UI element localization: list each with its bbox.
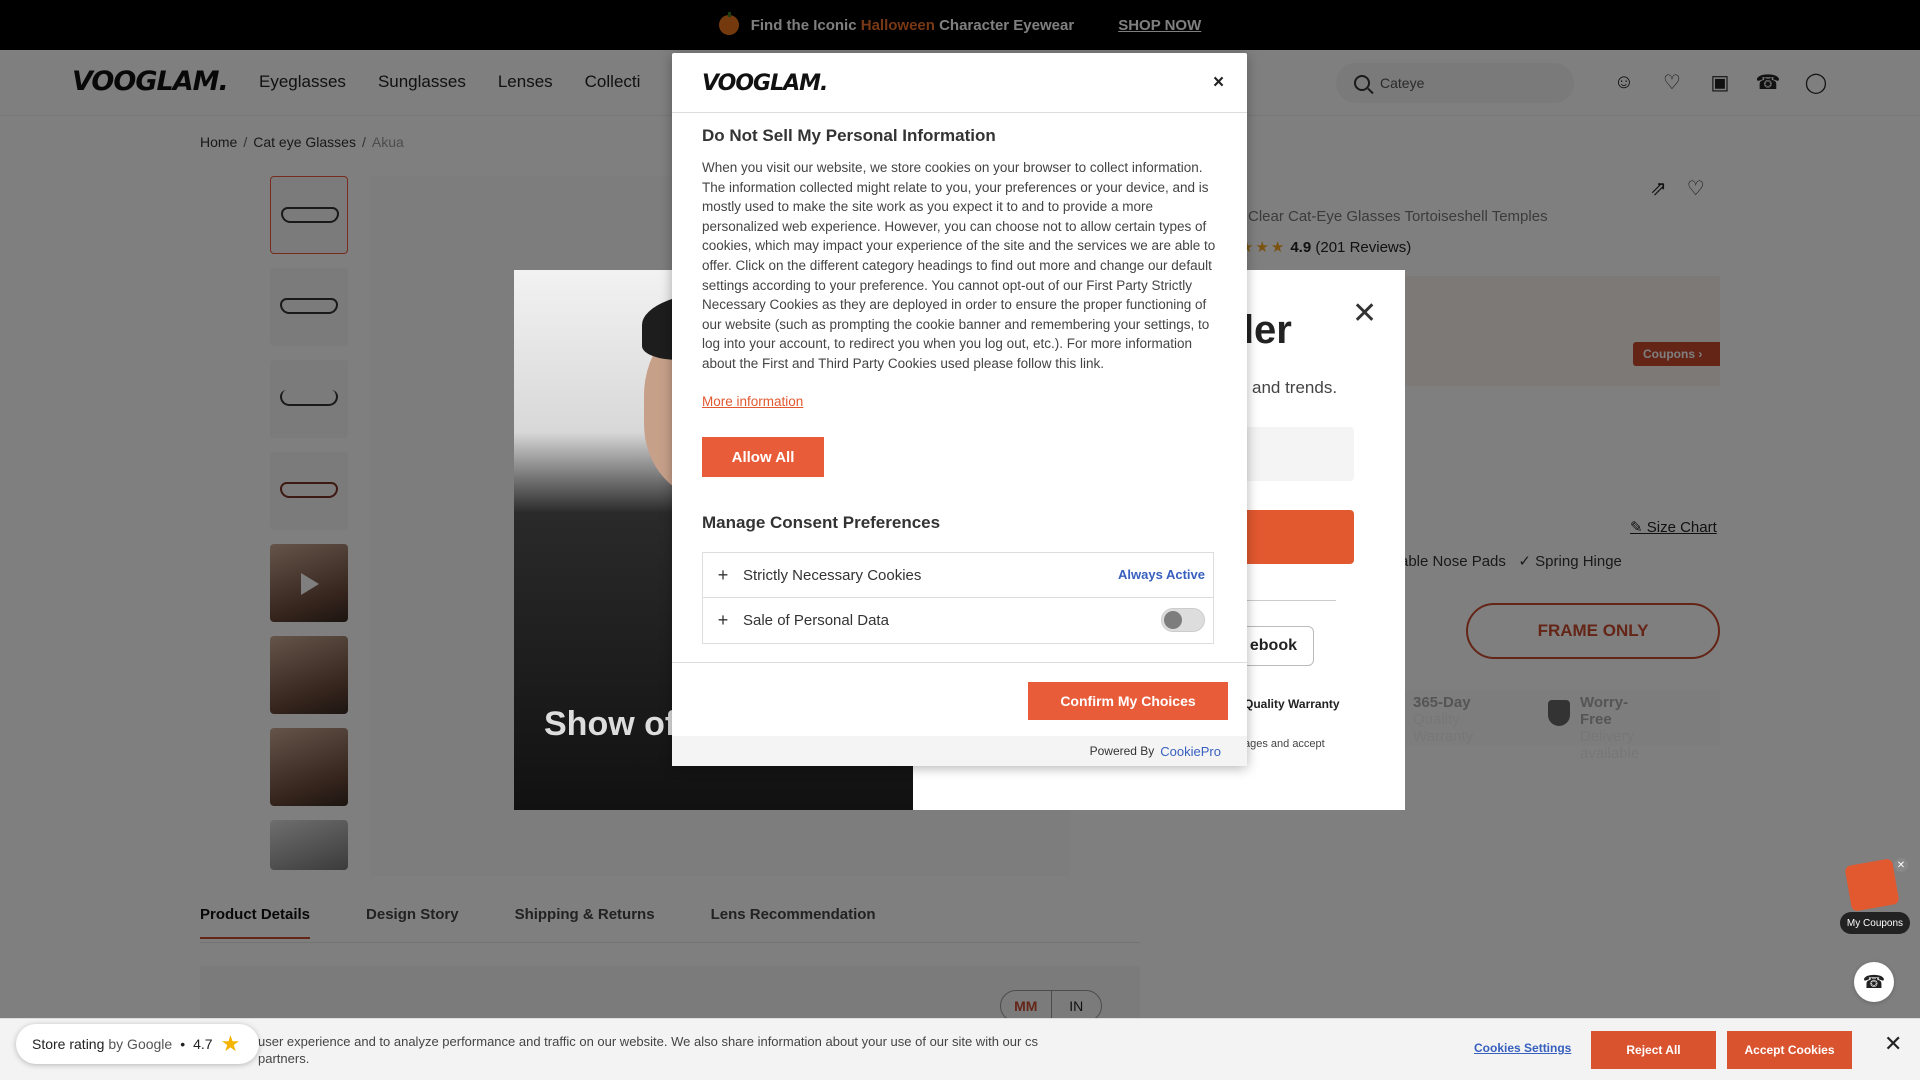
google-store-rating-badge[interactable]: Store rating by Google • 4.7 ★ — [16, 1024, 259, 1064]
my-coupons-label: My Coupons — [1840, 912, 1910, 934]
newsletter-terms-text: ages and accept — [1244, 738, 1325, 750]
accept-cookies-button[interactable]: Accept Cookies — [1727, 1031, 1852, 1069]
newsletter-close-icon[interactable]: ✕ — [1352, 296, 1377, 331]
preference-center-title: Do Not Sell My Personal Information — [702, 126, 996, 145]
cookiepro-link[interactable]: CookiePro — [1160, 744, 1221, 759]
cookie-banner: user experience and to analyze performan… — [0, 1018, 1920, 1080]
newsletter-subtext: and trends. — [1252, 378, 1338, 397]
preference-center-close-icon[interactable]: × — [1213, 72, 1224, 94]
my-coupons-close-icon[interactable]: ✕ — [1894, 858, 1908, 872]
confirm-choices-button[interactable]: Confirm My Choices — [1028, 682, 1228, 720]
reject-all-button[interactable]: Reject All — [1591, 1031, 1716, 1069]
expand-plus-icon[interactable]: + — [703, 610, 743, 631]
category-sale-of-data[interactable]: + Sale of Personal Data — [703, 598, 1213, 643]
newsletter-photo-text: Show of — [544, 705, 677, 743]
preference-header-divider — [672, 112, 1247, 113]
allow-all-button[interactable]: Allow All — [702, 437, 824, 477]
expand-plus-icon[interactable]: + — [703, 565, 743, 586]
powered-by: Powered By CookiePro — [672, 736, 1247, 766]
preference-center-description: When you visit our website, we store coo… — [702, 160, 1216, 371]
preference-footer-divider — [672, 662, 1247, 663]
consent-categories: + Strictly Necessary Cookies Always Acti… — [702, 552, 1214, 644]
my-coupons-widget[interactable]: My Coupons ✕ — [1836, 858, 1910, 936]
preference-center-logo: VOOGLAM. — [702, 71, 828, 96]
always-active-label: Always Active — [1118, 567, 1205, 582]
cookie-banner-close-icon[interactable]: ✕ — [1884, 1031, 1902, 1057]
chat-support-icon[interactable]: ☎ — [1854, 962, 1894, 1002]
rating-by: by Google — [108, 1036, 173, 1052]
cookie-banner-text: user experience and to analyze performan… — [258, 1034, 1038, 1066]
cookie-preference-center: VOOGLAM. × Do Not Sell My Personal Infor… — [672, 53, 1247, 766]
cookies-settings-link[interactable]: Cookies Settings — [1474, 1041, 1571, 1055]
sale-of-data-toggle[interactable] — [1161, 608, 1205, 632]
manage-consent-title: Manage Consent Preferences — [702, 513, 941, 532]
category-label: Sale of Personal Data — [743, 612, 889, 629]
category-label: Strictly Necessary Cookies — [743, 566, 922, 584]
perk-warranty: 365-Day Quality Warranty — [1413, 694, 1474, 745]
newsletter-warranty-text: Quality Warranty — [1244, 697, 1340, 711]
star-icon: ★ — [220, 1031, 241, 1056]
shield-icon — [1548, 700, 1570, 726]
more-information-link[interactable]: More information — [702, 394, 803, 409]
category-strictly-necessary[interactable]: + Strictly Necessary Cookies Always Acti… — [703, 553, 1213, 598]
rating-label: Store rating — [32, 1036, 105, 1052]
perk-delivery: Worry-Free Delivery available — [1580, 694, 1640, 762]
coupon-icon — [1844, 858, 1900, 912]
powered-by-label: Powered By — [1089, 744, 1155, 758]
google-rating-value: 4.7 — [193, 1036, 213, 1052]
